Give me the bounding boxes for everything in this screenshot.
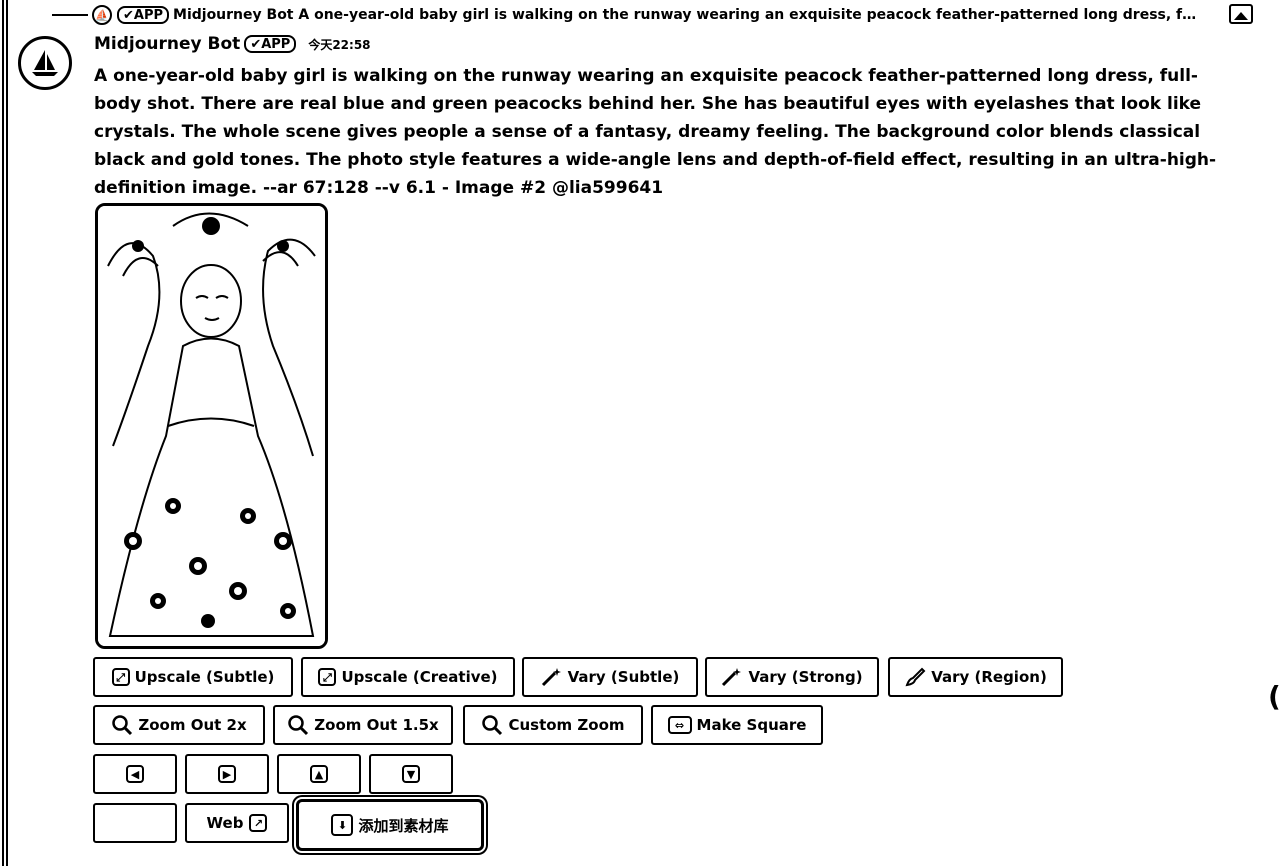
arrow-down-icon: ▼	[402, 765, 420, 783]
reply-reference[interactable]: ⛵ ✔APP Midjourney Bot A one-year-old bab…	[56, 4, 1203, 26]
zoom-out-2x-button[interactable]: Zoom Out 2x	[93, 705, 265, 745]
channel-left-edge	[0, 0, 8, 866]
image-icon[interactable]	[1229, 4, 1253, 24]
reply-preview-text[interactable]: Midjourney Bot A one-year-old baby girl …	[173, 7, 1203, 23]
peacock-girl-image	[98, 206, 325, 646]
make-square-label: Make Square	[696, 716, 807, 734]
pan-down-button[interactable]: ▼	[369, 754, 453, 794]
reply-app-badge: ✔APP	[117, 6, 170, 24]
vary-subtle-label: Vary (Subtle)	[567, 668, 680, 686]
brush-icon	[904, 667, 926, 687]
arrow-left-icon: ◀	[126, 765, 144, 783]
pan-up-button[interactable]: ▲	[277, 754, 361, 794]
timestamp: 今天22:58	[308, 37, 371, 52]
web-label: Web	[206, 814, 244, 832]
arrow-right-icon: ▶	[218, 765, 236, 783]
pan-left-button[interactable]: ◀	[93, 754, 177, 794]
zoom-out-1-5x-button[interactable]: Zoom Out 1.5x	[273, 705, 453, 745]
reply-avatar: ⛵	[92, 5, 112, 25]
arrow-up-icon: ▲	[310, 765, 328, 783]
upscale-subtle-label: Upscale (Subtle)	[134, 668, 275, 686]
magic-wand-icon	[541, 667, 563, 687]
blank-button[interactable]	[93, 803, 177, 843]
vary-strong-label: Vary (Strong)	[748, 668, 863, 686]
zoom-out-2x-label: Zoom Out 2x	[138, 716, 247, 734]
upscale-creative-button[interactable]: ⤢ Upscale (Creative)	[301, 657, 515, 697]
sailboat-icon	[32, 50, 58, 76]
magic-wand-icon	[721, 667, 743, 687]
pan-right-button[interactable]: ▶	[185, 754, 269, 794]
make-square-button[interactable]: ⇔ Make Square	[651, 705, 823, 745]
upscale-subtle-button[interactable]: ⤢ Upscale (Subtle)	[93, 657, 293, 697]
external-link-icon: ↗	[249, 814, 268, 832]
add-to-library-button[interactable]: ⬇ 添加到素材库	[296, 799, 484, 851]
add-to-library-label: 添加到素材库	[358, 816, 449, 835]
download-icon: ⬇	[331, 814, 354, 836]
web-button[interactable]: Web ↗	[185, 803, 289, 843]
upscale-icon: ⤢	[111, 668, 130, 686]
upscale-creative-label: Upscale (Creative)	[341, 668, 498, 686]
message-header: Midjourney Bot ✔APP 今天22:58	[94, 34, 371, 54]
author-name[interactable]: Midjourney Bot	[94, 34, 240, 54]
message-prompt: A one-year-old baby girl is walking on t…	[94, 66, 1217, 198]
vary-region-label: Vary (Region)	[931, 668, 1047, 686]
magnifier-icon	[481, 714, 503, 736]
upscale-icon: ⤢	[318, 668, 337, 686]
vary-region-button[interactable]: Vary (Region)	[888, 657, 1063, 697]
make-square-icon: ⇔	[667, 716, 692, 734]
avatar[interactable]	[18, 36, 72, 90]
app-badge: ✔APP	[244, 35, 297, 53]
zoom-out-1-5x-label: Zoom Out 1.5x	[314, 716, 439, 734]
vary-subtle-button[interactable]: Vary (Subtle)	[522, 657, 698, 697]
edge-glyph: (	[1268, 680, 1280, 713]
custom-zoom-button[interactable]: Custom Zoom	[463, 705, 643, 745]
custom-zoom-label: Custom Zoom	[508, 716, 625, 734]
vary-strong-button[interactable]: Vary (Strong)	[705, 657, 879, 697]
magnifier-icon	[287, 714, 309, 736]
magnifier-icon	[111, 714, 133, 736]
generated-image[interactable]	[95, 203, 328, 649]
